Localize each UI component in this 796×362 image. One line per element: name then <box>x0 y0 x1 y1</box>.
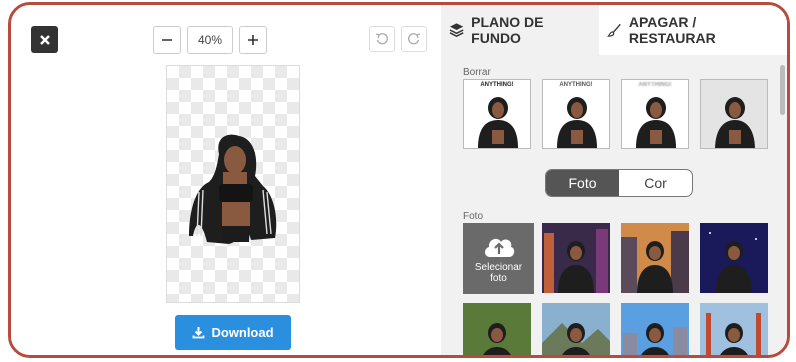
close-button[interactable] <box>31 26 58 53</box>
toggle-option-photo[interactable]: Foto <box>546 170 619 196</box>
options-panel: PLANO DE FUNDO APAGAR / RESTAURAR Borrar… <box>441 5 787 355</box>
blur-option-medium[interactable]: ANYTHING! <box>621 79 689 149</box>
download-icon <box>193 327 205 339</box>
bg-photo-forest[interactable] <box>463 303 531 355</box>
history-controls <box>369 26 427 52</box>
bg-photo-space[interactable] <box>700 223 768 293</box>
thumb-caption: ANYTHING! <box>638 82 672 88</box>
zoom-in-button[interactable] <box>239 26 267 54</box>
bg-photo-city-day[interactable] <box>621 303 689 355</box>
cloud-upload-icon <box>484 238 514 257</box>
preview-pane: 40% Download <box>11 5 441 355</box>
bg-thumb-image <box>463 303 531 355</box>
minus-icon <box>162 39 172 41</box>
subject-cutout-image <box>189 134 277 244</box>
download-button[interactable]: Download <box>175 315 291 350</box>
undo-button[interactable] <box>369 26 395 52</box>
blur-option-none[interactable]: ANYTHING! <box>463 79 531 149</box>
download-label: Download <box>211 325 274 340</box>
panel-tabs: PLANO DE FUNDO APAGAR / RESTAURAR <box>441 5 787 55</box>
toggle-option-color[interactable]: Cor <box>619 170 692 196</box>
tab-erase-restore-label: APAGAR / RESTAURAR <box>628 14 716 46</box>
blur-thumb-image <box>478 97 518 148</box>
bg-thumb-image <box>700 303 768 355</box>
brush-icon <box>606 23 621 37</box>
blur-thumb-image <box>557 97 597 148</box>
photo-section-label: Foto <box>463 211 484 222</box>
image-canvas[interactable] <box>166 65 300 303</box>
select-photo-button[interactable]: Selecionar foto <box>463 223 534 294</box>
bg-thumb-image <box>621 223 689 293</box>
layers-icon <box>449 23 464 38</box>
blur-option-high[interactable] <box>700 79 768 149</box>
bg-photo-city-night[interactable] <box>542 223 610 293</box>
zoom-level: 40% <box>187 26 233 54</box>
bg-thumb-image <box>621 303 689 355</box>
zoom-out-button[interactable] <box>153 26 181 54</box>
blur-section-label: Borrar <box>463 67 491 78</box>
zoom-controls: 40% <box>153 26 267 54</box>
tab-background[interactable]: PLANO DE FUNDO <box>441 5 599 55</box>
redo-icon <box>408 33 421 45</box>
bg-thumb-image <box>542 223 610 293</box>
close-icon <box>39 34 50 45</box>
plus-icon <box>248 35 258 45</box>
tab-erase-restore[interactable]: APAGAR / RESTAURAR <box>599 5 787 55</box>
blur-thumb-image <box>636 97 676 148</box>
bg-photo-city-sunset[interactable] <box>621 223 689 293</box>
blur-option-low[interactable]: ANYTHING! <box>542 79 610 149</box>
editor-window: 40% Download PLANO DE FUNDO APAGAR / RES… <box>8 2 790 358</box>
bg-thumb-image <box>542 303 610 355</box>
bg-photo-mountains[interactable] <box>542 303 610 355</box>
background-type-toggle: Foto Cor <box>545 169 693 197</box>
select-photo-label: Selecionar foto <box>474 262 523 284</box>
redo-button[interactable] <box>401 26 427 52</box>
tab-background-label: PLANO DE FUNDO <box>471 14 544 46</box>
blur-thumb-image <box>701 80 767 148</box>
undo-icon <box>375 33 388 45</box>
bg-thumb-image <box>700 223 768 293</box>
panel-scrollbar[interactable] <box>780 65 785 115</box>
bg-photo-bridge[interactable] <box>700 303 768 355</box>
